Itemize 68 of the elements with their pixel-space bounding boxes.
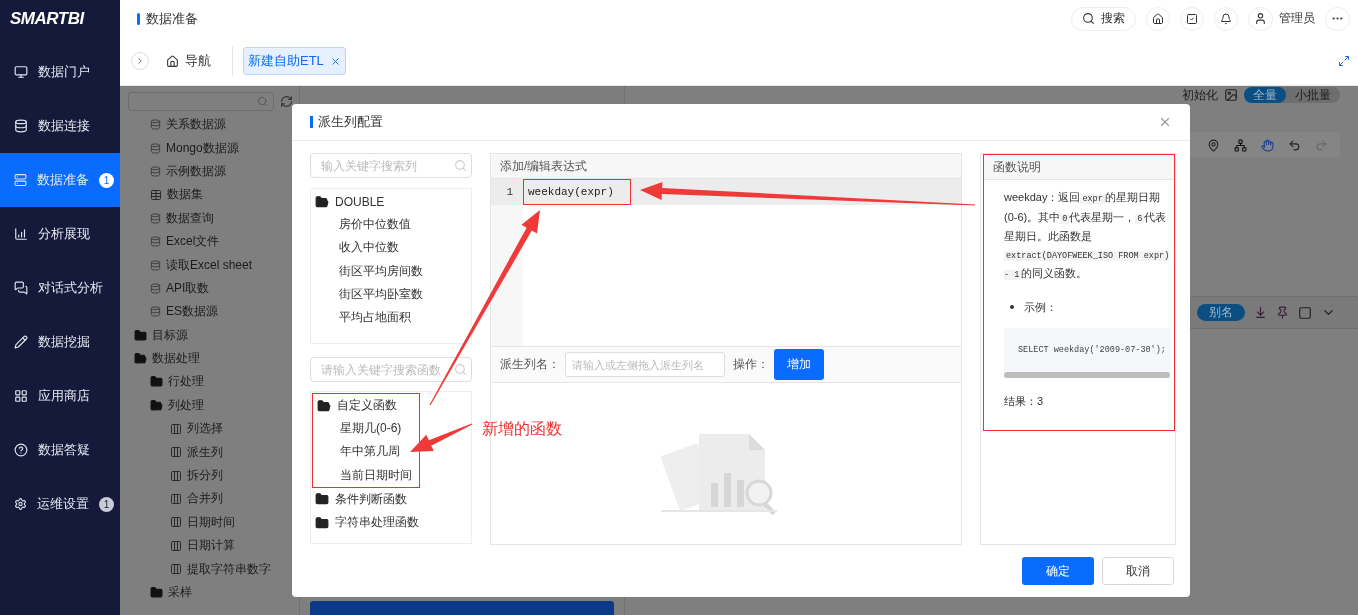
column-item[interactable]: 房价中位数值 <box>311 213 471 237</box>
tree-item[interactable]: 数据查询 <box>128 206 299 230</box>
count-badge: 1 <box>99 172 114 188</box>
nav-item[interactable]: 数据门户 <box>0 45 120 99</box>
search-button[interactable]: 搜索 <box>1071 6 1136 31</box>
nav-item[interactable]: 应用商店 <box>0 369 120 423</box>
nav-item[interactable]: 数据连接 <box>0 99 120 153</box>
tree-item[interactable]: 数据集 <box>128 183 299 207</box>
logo: SMARTBI <box>9 8 86 30</box>
add-button[interactable]: 增加 <box>774 349 824 380</box>
tree-item[interactable]: 合并列 <box>128 487 299 511</box>
line-number: 1 <box>491 179 523 205</box>
panel-header: 函数说明 <box>984 155 1174 180</box>
count-badge: 1 <box>99 496 114 512</box>
column-item[interactable]: 收入中位数 <box>311 236 471 260</box>
tree-item[interactable]: 采样 <box>128 580 299 605</box>
tree-item[interactable]: 日期时间 <box>128 510 299 535</box>
nav-item[interactable]: 数据答疑 <box>0 423 120 477</box>
nav-item[interactable]: 数据准备 1 <box>0 153 120 207</box>
nav-item[interactable]: 对话式分析 <box>0 261 120 315</box>
tree-item[interactable]: API取数 <box>128 276 299 301</box>
name-input[interactable]: 请输入或左侧拖入派生列名 <box>565 352 725 377</box>
nav-item[interactable]: 分析展现 <box>0 207 120 261</box>
annotation-text: 新增的函数 <box>482 419 562 439</box>
init-button[interactable]: 初始化 <box>1182 88 1218 102</box>
confirm-button[interactable]: 确定 <box>1022 557 1094 585</box>
function-item[interactable]: 年中第几周 <box>313 440 419 464</box>
cancel-button[interactable]: 取消 <box>1102 557 1174 585</box>
column-group[interactable]: DOUBLE <box>311 190 471 214</box>
function-item[interactable]: 星期几(0-6) <box>313 417 419 441</box>
field-label: 派生列名： <box>500 356 560 373</box>
tree-item[interactable]: Mongo数据源 <box>128 136 299 160</box>
tree-item[interactable]: 列选择 <box>128 417 299 441</box>
tree-item[interactable]: 派生列 <box>128 440 299 464</box>
tree-item[interactable]: 拆分列 <box>128 463 299 488</box>
example-code: SELECT weekday('2009-07-30'); <box>1017 343 1167 357</box>
function-group[interactable]: 自定义函数 <box>313 394 419 418</box>
column-item[interactable]: 街区平均房间数 <box>311 259 471 283</box>
nav-item[interactable]: 运维设置 1 <box>0 477 120 531</box>
alias-button[interactable]: 别名 <box>1197 304 1245 321</box>
mode-option[interactable]: 小批量 <box>1286 87 1340 103</box>
tree-item[interactable]: 数据处理 <box>128 346 299 371</box>
field-label: 操作： <box>733 356 769 373</box>
tree-item[interactable]: 日期计算 <box>128 534 299 558</box>
nav-item[interactable]: 数据挖掘 <box>0 315 120 369</box>
function-group[interactable]: 条件判断函数 <box>311 487 471 511</box>
tree-item[interactable]: 行处理 <box>128 370 299 394</box>
tree-item[interactable]: 提取字符串数字 <box>128 557 299 581</box>
function-group[interactable]: 字符串处理函数 <box>311 510 471 535</box>
column-item[interactable]: 平均占地面积 <box>311 305 471 330</box>
example-label: 示例： <box>1024 299 1057 315</box>
tree-item[interactable]: 列处理 <box>128 393 299 418</box>
mode-option[interactable]: 全量 <box>1244 87 1286 103</box>
code-editor[interactable]: 1 weekday(expr) <box>491 179 961 346</box>
tree-item[interactable]: ES数据源 <box>128 300 299 324</box>
page-title: 数据准备 <box>137 9 1061 28</box>
panel-header: 添加/编辑表达式 <box>491 154 961 179</box>
tree-item[interactable]: 示例数据源 <box>128 159 299 184</box>
tree-item[interactable]: 读取Excel sheet <box>128 253 299 277</box>
function-item[interactable]: 当前日期时间 <box>313 463 419 487</box>
tree-item[interactable]: 关系数据源 <box>128 113 299 137</box>
dialog-title: 派生列配置 <box>310 113 1158 131</box>
result-text: 结果：3 <box>1004 394 1045 409</box>
tree-item[interactable]: 目标源 <box>128 323 299 347</box>
tab[interactable]: 新建自助ETL <box>243 47 346 75</box>
tree-item[interactable]: Excel文件 <box>128 229 299 254</box>
user-name[interactable]: 管理员 <box>1279 10 1315 27</box>
column-item[interactable]: 街区平均卧室数 <box>311 282 471 306</box>
